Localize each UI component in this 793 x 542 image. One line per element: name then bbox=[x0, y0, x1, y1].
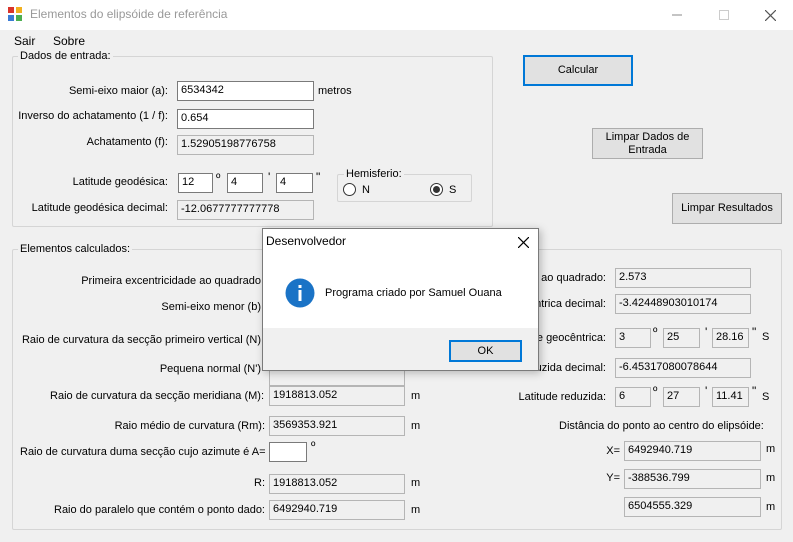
close-button[interactable] bbox=[747, 0, 793, 30]
meridian-unit: m bbox=[411, 390, 421, 402]
y-label: Y= bbox=[606, 472, 620, 484]
lat-sec-input[interactable]: 4 bbox=[276, 173, 313, 193]
dialog-close-button[interactable] bbox=[513, 232, 533, 252]
maximize-icon bbox=[719, 10, 729, 20]
prime-vertical-label: Raio de curvatura da secção primeiro ver… bbox=[21, 334, 261, 346]
meridian-label: Raio de curvatura da secção meridiana (M… bbox=[50, 390, 264, 402]
geo-min-output: 25 bbox=[663, 328, 700, 348]
close-icon bbox=[764, 9, 776, 21]
geo-sec-output: 28.16 bbox=[712, 328, 749, 348]
second-symbol: " bbox=[316, 170, 321, 184]
reduced-dec-output: -6.45317080078644 bbox=[615, 358, 751, 378]
lat-min-input[interactable]: 4 bbox=[227, 173, 263, 193]
red-hemisphere: S bbox=[762, 391, 770, 403]
red-sec-output: 11.41 bbox=[712, 387, 749, 407]
red-deg-output: 6 bbox=[615, 387, 651, 407]
semi-minor-label: Semi-eixo menor (b) bbox=[161, 301, 261, 313]
minute-symbol: ' bbox=[268, 170, 271, 184]
x-label: X= bbox=[606, 445, 620, 457]
hemisphere-s-radio[interactable] bbox=[430, 183, 443, 196]
dialog-footer: OK bbox=[263, 328, 538, 370]
title-bar: Elementos do elipsóide de referência bbox=[0, 0, 793, 30]
dialog-title: Desenvolvedor bbox=[266, 234, 347, 248]
minimize-button[interactable] bbox=[654, 0, 700, 30]
close-icon bbox=[517, 236, 529, 248]
azimuth-input[interactable] bbox=[269, 442, 307, 462]
menu-sair[interactable]: Sair bbox=[14, 34, 35, 48]
hemisphere-n-label: N bbox=[362, 184, 370, 196]
mean-radius-unit: m bbox=[411, 420, 421, 432]
r-label: R: bbox=[254, 477, 265, 489]
latitude-label: Latitude geodésica: bbox=[72, 176, 168, 188]
geo-hemisphere: S bbox=[762, 331, 770, 343]
hemisphere-n-radio[interactable] bbox=[343, 183, 356, 196]
ok-button[interactable]: OK bbox=[449, 340, 522, 362]
inv-flattening-label: Inverso do achatamento (1 / f): bbox=[18, 110, 168, 122]
latitude-decimal-label: Latitude geodésica decimal: bbox=[31, 202, 168, 214]
input-group-label: Dados de entrada: bbox=[18, 50, 113, 62]
window-title: Elementos do elipsóide de referência bbox=[30, 7, 228, 21]
limpar-dados-button[interactable]: Limpar Dados de Entrada bbox=[592, 128, 703, 159]
results-group-label: Elementos calculados: bbox=[18, 243, 133, 255]
inv-flattening-input[interactable]: 0.654 bbox=[177, 109, 314, 129]
parallel-label: Raio do paralelo que contém o ponto dado… bbox=[54, 504, 265, 516]
red-min-output: 27 bbox=[663, 387, 700, 407]
small-normal-label: Pequena normal (N') bbox=[159, 363, 261, 375]
geocentric-dec-output: -3.42448903010174 bbox=[615, 294, 751, 314]
degree-symbol: º bbox=[216, 171, 221, 185]
hemisphere-label: Hemisferio: bbox=[344, 168, 404, 180]
azimuth-label: Raio de curvatura duma secção cujo azimu… bbox=[20, 446, 266, 458]
parallel-output: 6492940.719 bbox=[269, 500, 405, 520]
r-unit: m bbox=[411, 477, 421, 489]
semi-major-unit: metros bbox=[318, 85, 352, 97]
app-icon bbox=[8, 7, 22, 21]
flattening-output: 1.52905198776758 bbox=[177, 135, 314, 155]
meridian-output: 1918813.052 bbox=[269, 386, 405, 406]
lat-deg-input[interactable]: 12 bbox=[178, 173, 213, 193]
menu-sobre[interactable]: Sobre bbox=[53, 34, 85, 48]
reduced-label: Latitude reduzida: bbox=[518, 391, 606, 403]
red-minute-symbol: ' bbox=[705, 384, 708, 398]
hemisphere-s-label: S bbox=[449, 184, 457, 196]
minimize-icon bbox=[672, 14, 682, 16]
red-degree-symbol: º bbox=[653, 384, 658, 398]
azimuth-degree-symbol: º bbox=[311, 439, 316, 453]
second-ecc-output: 2.573 bbox=[615, 268, 751, 288]
geo-degree-symbol: º bbox=[653, 325, 658, 339]
parallel-unit: m bbox=[411, 504, 421, 516]
limpar-resultados-button[interactable]: Limpar Resultados bbox=[672, 193, 782, 224]
distance-label: Distância do ponto ao centro do elipsóid… bbox=[559, 420, 764, 432]
y-unit: m bbox=[766, 472, 776, 484]
distance-unit: m bbox=[766, 501, 776, 513]
info-icon bbox=[285, 278, 315, 308]
maximize-button[interactable] bbox=[701, 0, 747, 30]
y-output: -388536.799 bbox=[624, 469, 761, 489]
x-output: 6492940.719 bbox=[624, 441, 761, 461]
latitude-decimal-output: -12.0677777777778 bbox=[177, 200, 314, 220]
x-unit: m bbox=[766, 443, 776, 455]
semi-major-label: Semi-eixo maior (a): bbox=[68, 85, 168, 97]
calcular-button[interactable]: Calcular bbox=[523, 55, 633, 86]
mean-radius-output: 3569353.921 bbox=[269, 416, 405, 436]
semi-major-input[interactable]: 6534342 bbox=[177, 81, 314, 101]
dialog-message: Programa criado por Samuel Ouana bbox=[325, 287, 502, 299]
first-ecc-label: Primeira excentricidade ao quadrado bbox=[81, 275, 261, 287]
geo-minute-symbol: ' bbox=[705, 325, 708, 339]
r-output: 1918813.052 bbox=[269, 474, 405, 494]
red-second-symbol: " bbox=[752, 384, 757, 398]
distance-output: 6504555.329 bbox=[624, 497, 761, 517]
flattening-label: Achatamento (f): bbox=[86, 136, 168, 148]
mean-radius-label: Raio médio de curvatura (Rm): bbox=[114, 420, 265, 432]
geo-deg-output: 3 bbox=[615, 328, 651, 348]
developer-dialog: Desenvolvedor Programa criado por Samuel… bbox=[262, 228, 539, 371]
geo-second-symbol: " bbox=[752, 325, 757, 339]
